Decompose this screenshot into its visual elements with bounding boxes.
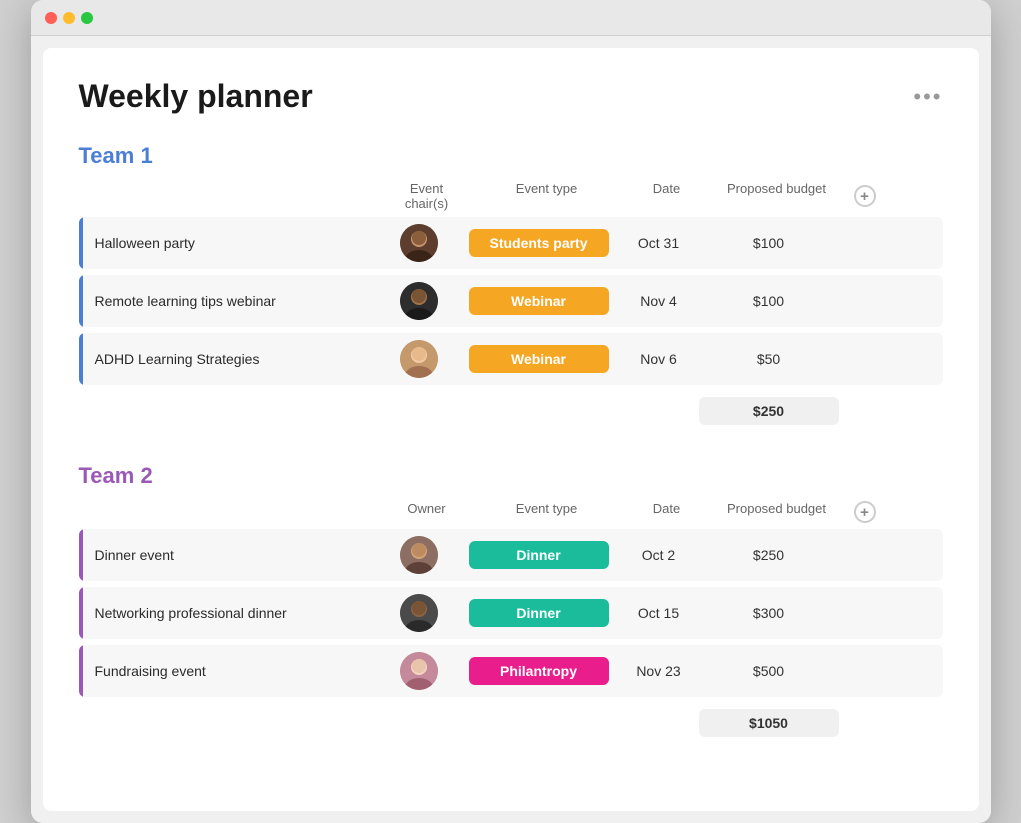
date-cell: Nov 23 [619,663,699,679]
col-type-header: Event type [467,181,627,211]
avatar-cell [379,282,459,320]
event-name-cell: Dinner event [79,529,379,581]
avatar [400,224,438,262]
date-cell: Oct 15 [619,605,699,621]
col-owner-header: Owner [387,501,467,523]
event-name: Dinner event [95,547,174,563]
event-name: ADHD Learning Strategies [95,351,260,367]
team2-col-headers: Owner Event type Date Proposed budget + [79,501,943,529]
col-chair-header: Event chair(s) [387,181,467,211]
team1-col-headers: Event chair(s) Event type Date Proposed … [79,181,943,217]
page-header: Weekly planner ••• [79,78,943,115]
budget-cell: $300 [699,605,839,621]
maximize-button[interactable] [81,12,93,24]
event-name: Halloween party [95,235,195,251]
team2-total: $1050 [699,709,839,737]
main-content: Weekly planner ••• Team 1 Event chair(s)… [43,48,979,811]
budget-cell: $100 [699,293,839,309]
table-row: Remote learning tips webinar [79,275,943,327]
team1-total: $250 [699,397,839,425]
team2-table: Owner Event type Date Proposed budget + … [79,501,943,743]
type-cell: Webinar [459,345,619,373]
avatar-cell [379,224,459,262]
team2-add-col: + [847,501,883,523]
minimize-button[interactable] [63,12,75,24]
page-title: Weekly planner [79,78,313,115]
row-accent-bar [79,645,83,697]
team1-total-row: $250 [79,391,943,431]
budget-cell: $50 [699,351,839,367]
avatar-cell [379,652,459,690]
team2-section: Team 2 Owner Event type Date Proposed bu… [79,463,943,743]
avatar-cell [379,340,459,378]
row-accent-bar [79,529,83,581]
type-cell: Dinner [459,599,619,627]
event-name-cell: Remote learning tips webinar [79,275,379,327]
type-cell: Webinar [459,287,619,315]
date-cell: Nov 6 [619,351,699,367]
event-name: Fundraising event [95,663,206,679]
titlebar [31,0,991,36]
table-row: ADHD Learning Strategies [79,333,943,385]
col-event-header [87,181,387,211]
app-window: Weekly planner ••• Team 1 Event chair(s)… [31,0,991,823]
team2-title: Team 2 [79,463,943,489]
avatar [400,594,438,632]
event-name: Remote learning tips webinar [95,293,276,309]
type-badge: Webinar [469,287,609,315]
type-badge: Students party [469,229,609,257]
avatar [400,282,438,320]
type-cell: Dinner [459,541,619,569]
row-accent-bar [79,587,83,639]
avatar [400,340,438,378]
type-cell: Philantropy [459,657,619,685]
team1-add-col: + [847,181,883,211]
col-type-header: Event type [467,501,627,523]
table-row: Networking professional dinner [79,587,943,639]
type-badge: Philantropy [469,657,609,685]
date-cell: Nov 4 [619,293,699,309]
col-budget-header: Proposed budget [707,501,847,523]
type-cell: Students party [459,229,619,257]
event-name-cell: Networking professional dinner [79,587,379,639]
avatar [400,536,438,574]
budget-cell: $500 [699,663,839,679]
close-button[interactable] [45,12,57,24]
team1-table: Event chair(s) Event type Date Proposed … [79,181,943,431]
avatar-cell [379,594,459,632]
table-row: Fundraising event Ph [79,645,943,697]
type-badge: Dinner [469,599,609,627]
table-row: Dinner event Dinner [79,529,943,581]
avatar-cell [379,536,459,574]
team2-total-row: $1050 [79,703,943,743]
budget-cell: $100 [699,235,839,251]
event-name-cell: Fundraising event [79,645,379,697]
type-badge: Dinner [469,541,609,569]
avatar [400,652,438,690]
type-badge: Webinar [469,345,609,373]
col-budget-header: Proposed budget [707,181,847,211]
budget-cell: $250 [699,547,839,563]
team1-add-button[interactable]: + [854,185,876,207]
date-cell: Oct 31 [619,235,699,251]
col-date-header: Date [627,181,707,211]
event-name-cell: ADHD Learning Strategies [79,333,379,385]
team1-section: Team 1 Event chair(s) Event type Date Pr… [79,143,943,431]
team2-add-button[interactable]: + [854,501,876,523]
row-accent-bar [79,275,83,327]
col-date-header: Date [627,501,707,523]
row-accent-bar [79,333,83,385]
event-name-cell: Halloween party [79,217,379,269]
col-event-header [87,501,387,523]
date-cell: Oct 2 [619,547,699,563]
more-options-button[interactable]: ••• [913,84,942,110]
row-accent-bar [79,217,83,269]
table-row: Halloween party Stud [79,217,943,269]
team1-title: Team 1 [79,143,943,169]
event-name: Networking professional dinner [95,605,287,621]
